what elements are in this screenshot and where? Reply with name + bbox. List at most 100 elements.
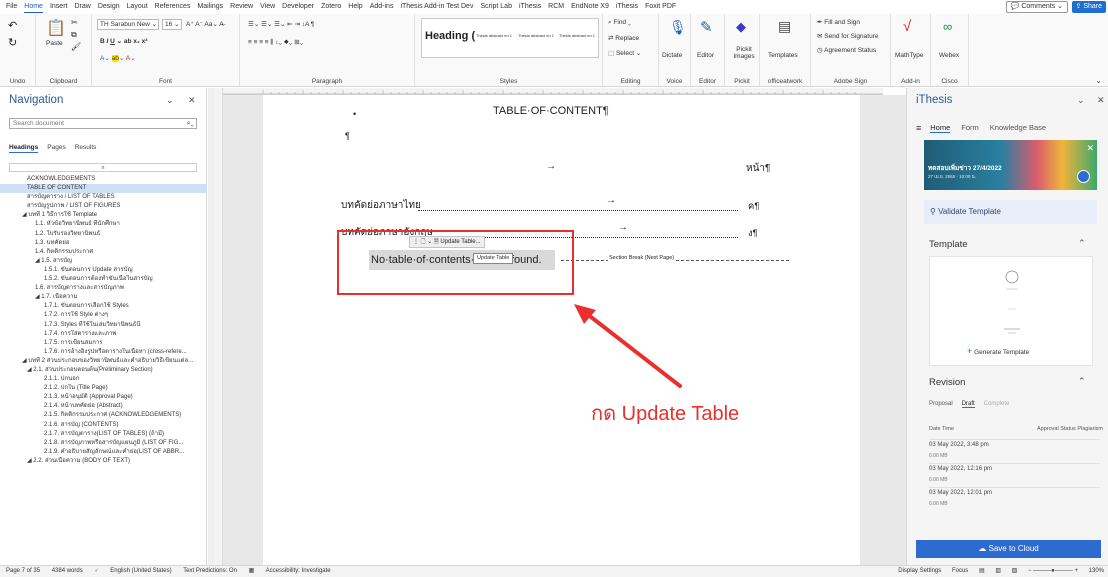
nav-heading-item[interactable]: ACKNOWLEDGEMENTS <box>0 175 207 184</box>
cut-icon[interactable]: ✂ <box>71 18 78 27</box>
nav-heading-item[interactable]: 1.7.6. การอ้างอิงรูปหรือตารางในเนื้อหา (… <box>0 348 207 357</box>
page-count[interactable]: Page 7 of 35 <box>6 568 40 574</box>
fill-sign-button[interactable]: ✒ Fill and Sign <box>817 18 860 26</box>
nav-heading-item[interactable]: สารบัญรูปภาพ / LIST OF FIGURES <box>0 202 207 211</box>
chevron-up-icon[interactable]: ⌃ <box>1078 238 1086 249</box>
nav-heading-item[interactable]: 1.1. หัวข้อวิทยานิพนธ์ ที่นักศึกษา <box>0 220 207 229</box>
font-color-icons[interactable]: A⌄ ab⌄ A⌄ <box>100 54 136 62</box>
nav-collapse-bar[interactable]: ⌅ <box>9 163 197 172</box>
nav-close-icon[interactable]: ✕ <box>188 95 196 106</box>
nav-heading-item[interactable]: 1.3. บทคัดย่อ <box>0 239 207 248</box>
font-grow-shrink-icons[interactable]: A⁺ A⁻ Aa⌄ A̶ <box>186 20 224 28</box>
menu-item-layout[interactable]: Layout <box>127 0 148 14</box>
menu-item-ithesis[interactable]: iThesis <box>519 0 541 14</box>
nav-heading-item[interactable]: 2.1.3. หน้าอนุมัติ (Approval Page) <box>0 393 207 402</box>
find-button[interactable]: ⌕ Find ⌄ <box>608 19 631 27</box>
revision-date[interactable]: 03 May 2022, 12:01 pm <box>929 490 992 496</box>
nav-search-input[interactable]: Search document ⌕⌄ <box>9 118 197 129</box>
menu-item-ithesis-add-in-test-dev[interactable]: iThesis Add-in Test Dev <box>400 0 473 14</box>
save-to-cloud-button[interactable]: ☁ Save to Cloud <box>916 540 1101 558</box>
read-mode-icon[interactable]: ▤ <box>979 568 985 574</box>
revision-date[interactable]: 03 May 2022, 12:16 pm <box>929 466 992 472</box>
nav-heading-item[interactable]: 2.1.8. สารบัญภาพหรือสารบัญแผนภูมิ (LIST … <box>0 439 207 448</box>
style-abstract-1[interactable]: Thesis abstract en 1 <box>476 33 512 38</box>
select-button[interactable]: ⬚ Select ⌄ <box>608 49 641 57</box>
microphone-icon[interactable]: 🎙 <box>669 19 687 36</box>
font-style-icons[interactable]: B I U ⌄ ab x₂ x² <box>100 37 147 45</box>
styles-gallery[interactable]: Heading ( Thesis abstract en 1 Thesis ab… <box>421 18 599 58</box>
banner-close-icon[interactable]: ✕ <box>1086 143 1094 154</box>
mathtype-icon[interactable]: √ <box>903 18 911 35</box>
revision-date[interactable]: 03 May 2022, 3:48 pm <box>929 442 989 448</box>
nav-options-icon[interactable]: ⌄ <box>166 95 174 106</box>
ithesis-tab-home[interactable]: Home <box>930 123 951 133</box>
web-layout-icon[interactable]: ▨ <box>1012 568 1018 574</box>
agreement-status-button[interactable]: ◷ Agreement Status <box>817 46 876 54</box>
search-icon[interactable]: ⌕⌄ <box>187 119 194 128</box>
news-banner[interactable]: ✕ ทดสอบเพิ่มข่าว 27/4/2022 27 เม.ย. 2565… <box>924 140 1097 190</box>
nav-tab-pages[interactable]: Pages <box>47 144 65 153</box>
send-signature-button[interactable]: ✉ Send for Signature <box>817 32 878 40</box>
style-abstract-2[interactable]: Thesis abstract en 1 <box>518 33 554 38</box>
format-painter-icon[interactable]: 🖌 <box>71 42 81 51</box>
nav-heading-item[interactable]: 2.1.6. สารบัญ (CONTENTS) <box>0 421 207 430</box>
menu-item-script-lab[interactable]: Script Lab <box>480 0 512 14</box>
menu-item-rcm[interactable]: RCM <box>548 0 564 14</box>
nav-scrollbar[interactable] <box>208 88 215 565</box>
zoom-slider[interactable]: − ———●——— + <box>1028 568 1078 574</box>
toc-heading[interactable]: TABLE·OF·CONTENT¶ <box>493 105 609 117</box>
nav-heading-item[interactable]: สารบัญตาราง / LIST OF TABLES <box>0 193 207 202</box>
nav-heading-item[interactable]: 2.1.2. ปกใน (Title Page) <box>0 384 207 393</box>
accessibility-status[interactable]: Accessibility: Investigate <box>266 568 331 574</box>
share-button[interactable]: ⇪ Share <box>1071 1 1106 13</box>
templates-button[interactable]: Templates <box>768 52 798 59</box>
webex-icon[interactable]: ∞ <box>943 19 952 34</box>
nav-heading-item[interactable]: 2.1.7. สารบัญตาราง(LIST OF TABLES) (ถ้าม… <box>0 430 207 439</box>
macro-icon[interactable]: ▦ <box>249 568 255 574</box>
word-count[interactable]: 4384 words <box>52 568 83 574</box>
nav-heading-item[interactable]: 1.7.3. Styles ที่ใช้ในเล่มวิทยานิพนธ์นี้ <box>0 321 207 330</box>
nav-heading-item[interactable]: 1.7.4. การใส่ตารางและภาพ <box>0 330 207 339</box>
menu-item-ithesis[interactable]: iThesis <box>616 0 638 14</box>
nav-heading-item[interactable]: 2.1.5. กิตติกรรมประกาศ (ACKNOWLEDGEMENTS… <box>0 411 207 420</box>
editor-pen-icon[interactable]: ✎ <box>700 18 713 36</box>
menu-item-home[interactable]: Home <box>24 1 43 13</box>
menu-item-mailings[interactable]: Mailings <box>197 0 223 14</box>
paste-label[interactable]: Paste <box>46 40 63 47</box>
mathtype-button[interactable]: MathType <box>895 52 924 59</box>
nav-heading-item[interactable]: ◢ บทที่ 2 ส่วนประกอบของวิทยานิพนธ์และคำอ… <box>0 357 207 366</box>
menu-item-endnote-x9[interactable]: EndNote X9 <box>571 0 609 14</box>
focus-button[interactable]: Focus <box>952 568 968 574</box>
nav-heading-item[interactable]: 1.6. สารบัญตารางและสารบัญภาพ <box>0 284 207 293</box>
font-size-combo[interactable]: 16 ⌄ <box>162 19 182 30</box>
nav-heading-item[interactable]: TABLE OF CONTENT <box>0 184 207 194</box>
chevron-up-icon[interactable]: ⌃ <box>1078 376 1086 387</box>
menu-item-insert[interactable]: Insert <box>50 0 68 14</box>
menu-item-draw[interactable]: Draw <box>74 0 90 14</box>
style-heading[interactable]: Heading ( <box>425 30 475 42</box>
nav-heading-item[interactable]: 2.1.4. หน้าบทคัดย่อ (Abstract) <box>0 402 207 411</box>
nav-heading-item[interactable]: 1.7.5. การเขียนสมการ <box>0 339 207 348</box>
menu-item-help[interactable]: Help <box>348 0 362 14</box>
nav-heading-item[interactable]: 1.5.2. ขั้นตอนการต้องทำขั้นเนื้อในสารบัญ <box>0 275 207 284</box>
pickit-icon[interactable]: ◆ <box>736 19 746 35</box>
menu-item-foxit-pdf[interactable]: Foxit PDF <box>645 0 676 14</box>
pickit-images-button[interactable]: Pickit Images <box>732 46 756 60</box>
document-page[interactable]: • TABLE·OF·CONTENT¶ ¶ → หน้า¶ บทคัดย่อภา… <box>263 95 860 565</box>
replace-button[interactable]: ⇄ Replace <box>608 34 639 42</box>
pane-close-icon[interactable]: ✕ <box>1097 95 1105 106</box>
ribbon-collapse-icon[interactable]: ⌄ <box>1095 76 1102 85</box>
toc-entry-thai-abstract[interactable]: บทคัดย่อภาษาไทย <box>341 198 421 213</box>
nav-heading-item[interactable]: ◢ 2.2. ส่วนเนื้อความ (BODY OF TEXT) <box>0 457 207 466</box>
generate-template-button[interactable]: + Generate Template <box>967 346 1029 356</box>
comments-button[interactable]: 💬 Comments ⌄ <box>1005 1 1068 13</box>
paste-icon[interactable]: 📋 <box>46 18 66 38</box>
pane-options-icon[interactable]: ⌄ <box>1077 95 1085 106</box>
font-name-combo[interactable]: TH Sarabun New ⌄ <box>97 19 159 30</box>
revision-tab-draft[interactable]: Draft <box>961 401 975 408</box>
zoom-level[interactable]: 130% <box>1089 568 1104 574</box>
undo-icon[interactable]: ↶ <box>8 19 17 32</box>
nav-heading-item[interactable]: 1.7.1. ขั้นตอนการเลือกใช้ Styles <box>0 302 207 311</box>
menu-item-review[interactable]: Review <box>230 0 253 14</box>
templates-icon[interactable]: ▤ <box>778 18 791 35</box>
